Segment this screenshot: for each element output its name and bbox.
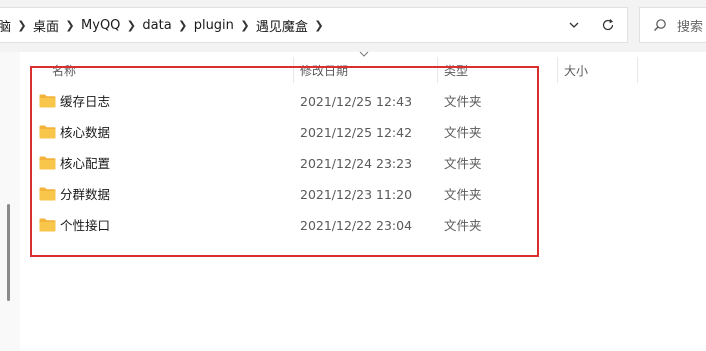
search-placeholder: 搜索 <box>677 19 704 35</box>
column-header-type[interactable]: 类型 <box>440 57 556 83</box>
breadcrumb-item[interactable]: 桌面 <box>33 16 59 35</box>
file-date: 2021/12/22 23:04 <box>300 218 413 233</box>
file-row[interactable]: 分群数据 2021/12/23 11:20 文件夹 <box>30 179 535 210</box>
folder-icon <box>39 93 56 108</box>
search-box[interactable]: 搜索 <box>639 7 706 43</box>
address-bar[interactable]: 脑 ❯ 桌面 ❯ MyQQ ❯ data ❯ plugin ❯ 遇见魔盒 ❯ <box>0 7 628 43</box>
file-type: 文件夹 <box>444 187 482 202</box>
file-type: 文件夹 <box>444 125 482 140</box>
file-name: 分群数据 <box>60 187 111 202</box>
toolbar: 脑 ❯ 桌面 ❯ MyQQ ❯ data ❯ plugin ❯ 遇见魔盒 ❯ 搜… <box>0 0 706 52</box>
file-type: 文件夹 <box>444 156 482 171</box>
file-name: 核心数据 <box>60 125 111 140</box>
folder-icon <box>39 155 56 170</box>
file-name: 缓存日志 <box>60 94 111 109</box>
file-row[interactable]: 缓存日志 2021/12/25 12:43 文件夹 <box>30 86 535 117</box>
file-type: 文件夹 <box>444 94 482 109</box>
file-date: 2021/12/25 12:43 <box>300 94 413 109</box>
file-type: 文件夹 <box>444 218 482 233</box>
column-header-date[interactable]: 修改日期 <box>296 57 436 83</box>
column-divider[interactable] <box>437 57 438 83</box>
file-name: 核心配置 <box>60 156 111 171</box>
file-row[interactable]: 核心数据 2021/12/25 12:42 文件夹 <box>30 117 535 148</box>
file-row[interactable]: 个性接口 2021/12/22 23:04 文件夹 <box>30 210 535 241</box>
column-header-size[interactable]: 大小 <box>560 57 636 83</box>
chevron-down-icon[interactable] <box>560 8 588 42</box>
file-name: 个性接口 <box>60 218 111 233</box>
breadcrumb-item[interactable]: 脑 <box>0 16 11 35</box>
file-date: 2021/12/23 11:20 <box>300 187 413 202</box>
chevron-right-icon[interactable]: ❯ <box>11 19 33 32</box>
file-row[interactable]: 核心配置 2021/12/24 23:23 文件夹 <box>30 148 535 179</box>
breadcrumb-item[interactable]: data <box>142 18 171 33</box>
breadcrumb-item[interactable]: 遇见魔盒 <box>256 16 308 35</box>
chevron-right-icon[interactable]: ❯ <box>308 19 330 32</box>
column-header-name[interactable]: 名称 <box>48 57 290 83</box>
refresh-icon[interactable] <box>594 8 622 42</box>
breadcrumb-item[interactable]: MyQQ <box>81 18 120 33</box>
folder-icon <box>39 186 56 201</box>
column-divider[interactable] <box>293 57 294 83</box>
column-divider[interactable] <box>637 57 638 83</box>
chevron-right-icon[interactable]: ❯ <box>59 19 81 32</box>
chevron-right-icon[interactable]: ❯ <box>172 19 194 32</box>
chevron-right-icon[interactable]: ❯ <box>234 19 256 32</box>
file-date: 2021/12/25 12:42 <box>300 125 413 140</box>
folder-icon <box>39 124 56 139</box>
scrollbar-thumb[interactable] <box>7 204 10 301</box>
navigation-pane[interactable] <box>0 52 20 351</box>
column-divider[interactable] <box>557 57 558 83</box>
folder-icon <box>39 217 56 232</box>
file-date: 2021/12/24 23:23 <box>300 156 413 171</box>
search-icon <box>653 18 667 32</box>
breadcrumb-item[interactable]: plugin <box>194 18 234 33</box>
chevron-right-icon[interactable]: ❯ <box>120 19 142 32</box>
